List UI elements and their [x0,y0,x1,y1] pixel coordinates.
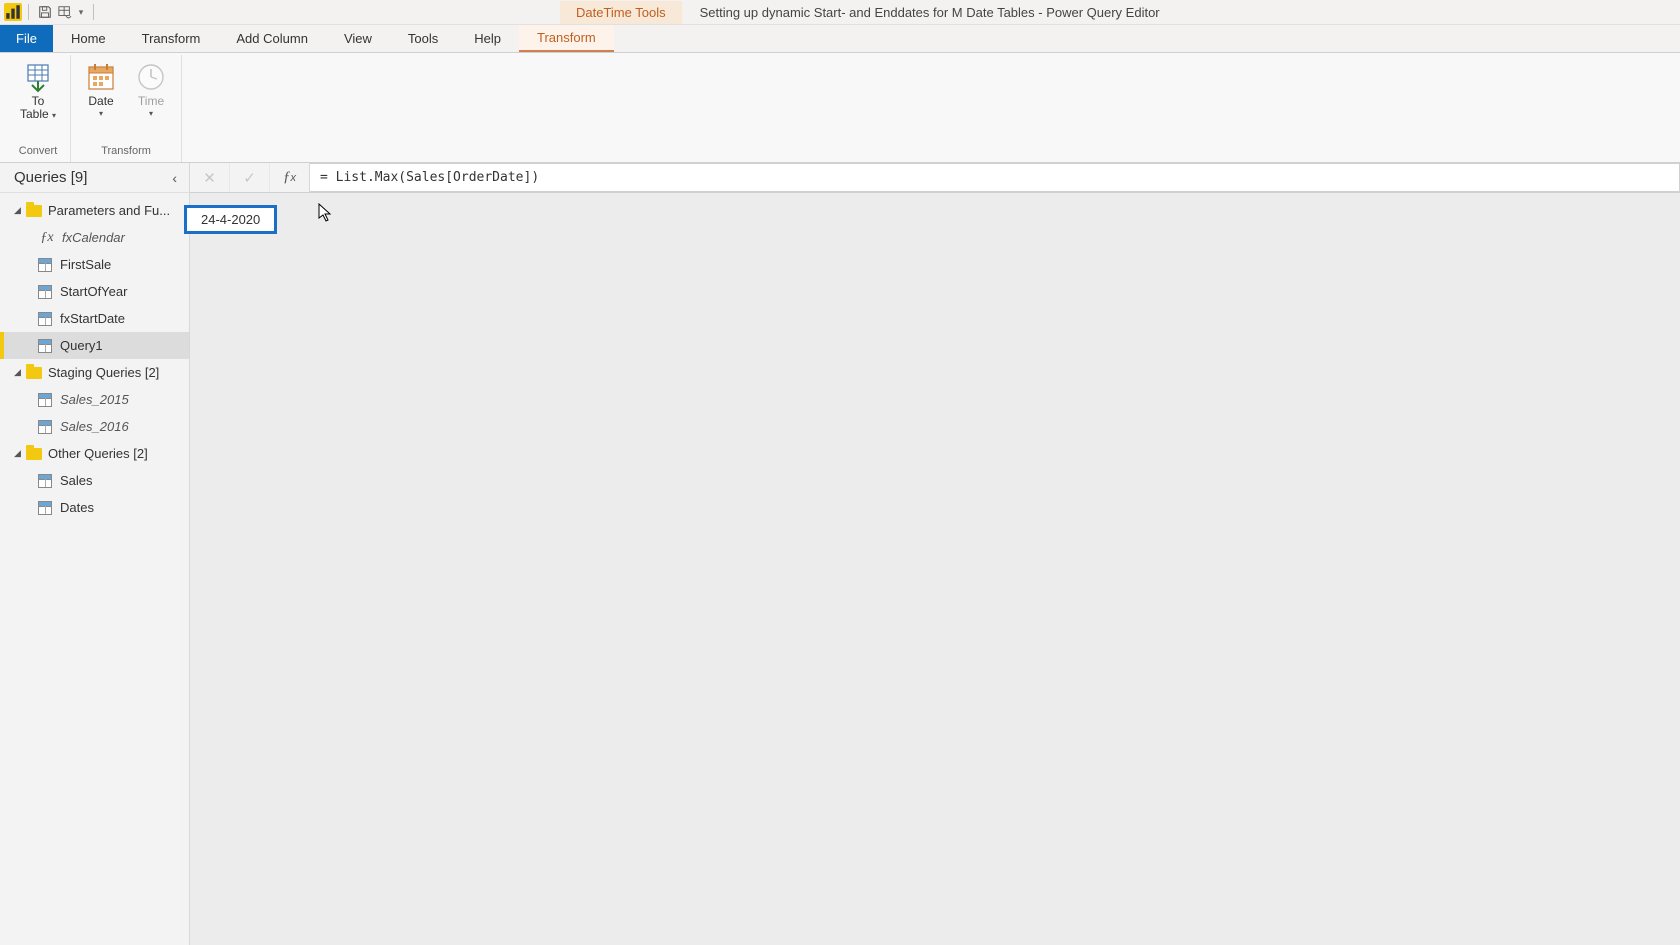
query-item[interactable]: FirstSale [0,251,189,278]
folder-icon [26,205,42,217]
query-item[interactable]: Dates [0,494,189,521]
table-icon [38,312,52,326]
queries-panel: Queries [9] ‹ ◢ Parameters and Fu... ƒxfxC… [0,163,190,945]
expander-icon: ◢ [14,205,24,216]
formula-input[interactable] [310,163,1680,192]
expander-icon: ◢ [14,367,24,378]
to-table-button[interactable]: To Table ▾ [12,57,64,125]
query-item[interactable]: StartOfYear [0,278,189,305]
folder-icon [26,367,42,379]
group-label: Parameters and Fu... [48,203,170,218]
query-item-label: Sales [60,473,93,488]
to-table-icon [22,61,54,93]
save-button[interactable] [35,2,55,22]
ribbon-group-transform: Date ▾ Time ▾ Transform [71,55,182,162]
group-label: Staging Queries [2] [48,365,159,380]
table-qat-button[interactable] [55,2,75,22]
ribbon-tabs: File Home Transform Add Column View Tool… [0,25,1680,53]
main-area: Queries [9] ‹ ◢Parameters and Fu...ƒxfxC… [0,163,1680,945]
queries-title: Queries [9] [14,169,87,186]
app-icon [4,3,22,21]
expander-icon: ◢ [14,448,24,459]
chevron-down-icon: ▾ [149,109,153,118]
cursor-icon [318,203,334,228]
queries-group[interactable]: ◢ Other Queries [2] [0,440,189,467]
folder-icon [26,448,42,460]
editor-area: ✕ ✓ ƒx 24-4-2020 [190,163,1680,945]
calendar-icon [85,61,117,93]
confirm-formula-button[interactable]: ✓ [230,163,270,192]
query-item-label: FirstSale [60,257,111,272]
query-item[interactable]: Sales_2016 [0,413,189,440]
to-table-label: To Table ▾ [20,95,56,121]
table-icon [38,420,52,434]
chevron-down-icon: ▾ [99,109,103,118]
query-item[interactable]: Query1 [0,332,189,359]
queries-header: Queries [9] ‹ [0,163,189,193]
queries-group[interactable]: ◢ Staging Queries [2] [0,359,189,386]
time-button[interactable]: Time ▾ [127,57,175,122]
queries-group[interactable]: ◢ Parameters and Fu... [0,197,189,224]
table-icon [38,258,52,272]
ribbon-group-convert: To Table ▾ Convert [6,55,71,162]
ribbon-body: To Table ▾ Convert Date ▾ Time ▾ Transfo… [0,53,1680,163]
fx-icon: ƒx [38,230,56,246]
query-item-label: Query1 [60,338,103,353]
document-title: Setting up dynamic Start- and Enddates f… [700,5,1160,20]
query-item[interactable]: Sales [0,467,189,494]
query-item-label: fxStartDate [60,311,125,326]
table-icon [38,285,52,299]
cancel-formula-button[interactable]: ✕ [190,163,230,192]
query-item[interactable]: fxStartDate [0,305,189,332]
query-item[interactable]: Sales_2015 [0,386,189,413]
group-label: Other Queries [2] [48,446,148,461]
query-item-label: fxCalendar [62,230,125,245]
tab-home[interactable]: Home [53,25,124,52]
result-value-cell[interactable]: 24-4-2020 [184,205,277,234]
title-bar: ▾ DateTime Tools Setting up dynamic Star… [0,0,1680,25]
query-item-label: StartOfYear [60,284,127,299]
tab-file[interactable]: File [0,25,53,52]
tab-add-column[interactable]: Add Column [218,25,326,52]
time-label: Time [138,95,164,108]
ribbon-group-label-transform: Transform [101,143,151,160]
formula-bar: ✕ ✓ ƒx [190,163,1680,193]
table-icon [38,501,52,515]
clock-icon [135,61,167,93]
query-item[interactable]: ƒx fxCalendar [0,224,189,251]
tab-help[interactable]: Help [456,25,519,52]
table-icon [38,474,52,488]
table-icon [38,339,52,353]
queries-tree: ◢ Parameters and Fu... ƒx fxCalendar FirstSa… [0,193,189,525]
separator [93,4,94,20]
query-item-label: Dates [60,500,94,515]
tab-transform[interactable]: Transform [124,25,219,52]
query-item-label: Sales_2016 [60,419,129,434]
tab-context-transform[interactable]: Transform [519,25,614,52]
tab-view[interactable]: View [326,25,390,52]
table-icon [38,393,52,407]
date-button[interactable]: Date ▾ [77,57,125,122]
fx-button[interactable]: ƒx [270,163,310,192]
tab-tools[interactable]: Tools [390,25,456,52]
qat-customize[interactable]: ▾ [75,2,87,22]
query-item-label: Sales_2015 [60,392,129,407]
ribbon-group-label-convert: Convert [19,143,58,160]
collapse-queries-button[interactable]: ‹ [168,168,181,188]
date-label: Date [88,95,113,108]
separator [28,4,29,20]
context-tab-label: DateTime Tools [560,1,682,24]
